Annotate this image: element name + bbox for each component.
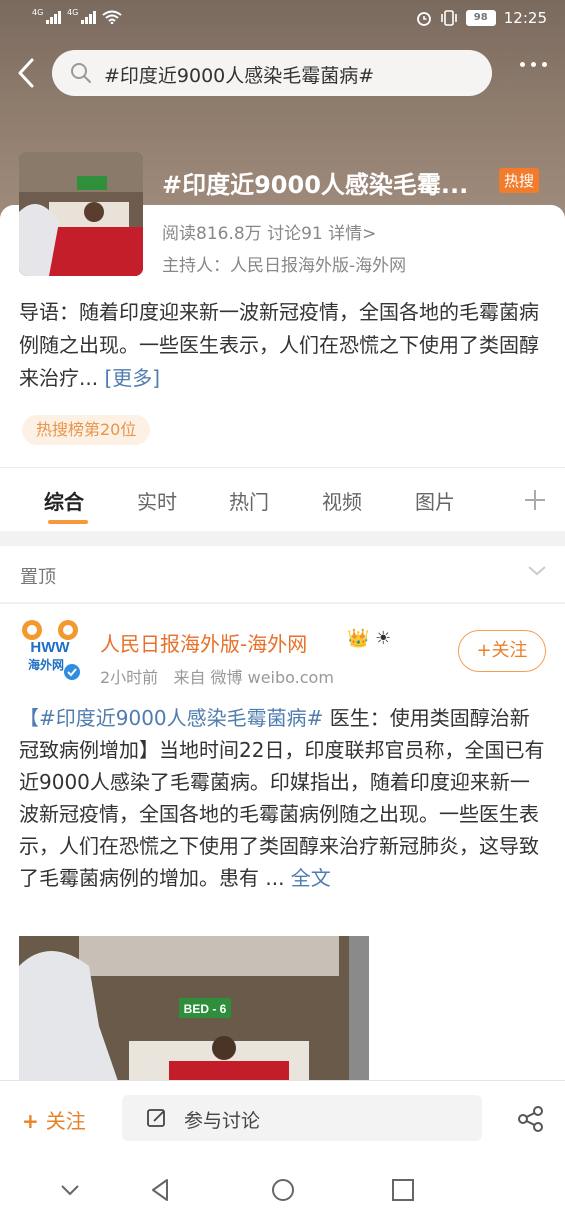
bottom-bar: + 关注 参与讨论 — [0, 1080, 565, 1156]
post-source: 来自 微博 weibo.com — [173, 668, 334, 687]
tab-realtime[interactable]: 实时 — [137, 486, 177, 515]
post-text: 【#印度近9000人感染毛霉菌病# 医生：使用类固醇治新冠致病例增加】当地时间2… — [19, 702, 549, 894]
status-right: 98 12:25 — [416, 9, 547, 27]
status-time: 12:25 — [503, 9, 547, 27]
post-body: 医生：使用类固醇治新冠致病例增加】当地时间22日，印度联邦官员称，全国已有近90… — [19, 706, 545, 890]
full-text-link[interactable]: 全文 — [291, 866, 331, 890]
share-icon[interactable] — [517, 1105, 545, 1133]
post-time: 2小时前 — [100, 668, 159, 687]
bed-label: BED - 6 — [184, 1002, 227, 1016]
search-query: #印度近9000人感染毛霉菌病# — [104, 65, 375, 87]
topic-stats[interactable]: 阅读816.8万 讨论91 详情> — [162, 219, 376, 244]
nav-home-icon[interactable] — [269, 1176, 297, 1204]
post-meta: 2小时前 来自 微博 weibo.com — [100, 664, 334, 688]
topic-intro: 导语：随着印度迎来新一波新冠疫情，全国各地的毛霉菌病例随之出现。一些医生表示，人… — [19, 296, 549, 395]
wifi-icon — [102, 10, 122, 24]
signal-tag-2: 4G — [67, 8, 79, 17]
system-nav-bar — [0, 1156, 565, 1224]
post-image[interactable]: BED - 6 — [19, 936, 369, 1084]
intro-more-link[interactable]: [更多] — [104, 366, 160, 390]
rank-badge[interactable]: 热搜榜第20位 — [22, 415, 151, 445]
hot-badge: 热搜 — [499, 168, 540, 193]
discuss-label: 参与讨论 — [184, 1110, 261, 1132]
status-left: 4G 4G — [32, 8, 122, 24]
search-icon — [71, 63, 91, 83]
nav-down-icon[interactable] — [56, 1176, 84, 1204]
alarm-icon — [416, 12, 431, 26]
edit-icon — [147, 1109, 165, 1127]
pinned-row[interactable]: 置顶 — [0, 546, 565, 602]
signal-tag: 4G — [32, 8, 44, 17]
tab-underline — [48, 520, 88, 524]
tab-bar: 综合 实时 热门 视频 图片 — [0, 467, 565, 531]
discuss-button[interactable]: 参与讨论 — [122, 1095, 482, 1141]
tab-pictures[interactable]: 图片 — [415, 486, 455, 515]
post-card: HWW 海外网 人民日报海外版-海外网 👑 ☀ 2小时前 来自 微博 weibo… — [0, 603, 565, 1084]
tab-general[interactable]: 综合 — [44, 486, 84, 515]
crown-icon: 👑 ☀ — [347, 628, 392, 649]
follow-label: 关注 — [491, 640, 528, 661]
nav-recent-icon[interactable] — [389, 1176, 417, 1204]
plus-icon[interactable] — [523, 488, 547, 512]
status-bar: 4G 4G 98 12:25 — [0, 0, 565, 40]
topic-thumbnail — [19, 152, 143, 276]
bottom-follow-label: 关注 — [45, 1109, 86, 1133]
signal-icon: 4G — [32, 8, 61, 24]
top-bar: #印度近9000人感染毛霉菌病# — [0, 48, 565, 98]
search-input[interactable]: #印度近9000人感染毛霉菌病# — [52, 50, 492, 96]
svg-text:HWW: HWW — [30, 639, 70, 656]
bottom-follow-button[interactable]: + 关注 — [22, 1105, 86, 1134]
chevron-down-icon[interactable] — [527, 560, 547, 580]
topic-title: #印度近9000人感染毛霉... — [162, 171, 469, 199]
pinned-label: 置顶 — [20, 567, 56, 588]
nav-back-icon[interactable] — [147, 1176, 175, 1204]
follow-button[interactable]: +关注 — [458, 630, 546, 672]
battery-icon: 98 — [465, 10, 496, 26]
intro-text: 导语：随着印度迎来新一波新冠疫情，全国各地的毛霉菌病例随之出现。一些医生表示，人… — [19, 300, 539, 390]
back-icon[interactable] — [14, 56, 38, 90]
avatar[interactable]: HWW 海外网 — [18, 616, 82, 680]
plus-icon: + — [476, 640, 492, 661]
avatar-text: 海外网 — [28, 658, 65, 672]
post-hashtag[interactable]: 【#印度近9000人感染毛霉菌病# — [19, 706, 323, 730]
post-author[interactable]: 人民日报海外版-海外网 — [100, 628, 307, 657]
signal-icon-2: 4G — [67, 8, 96, 24]
tab-popular[interactable]: 热门 — [229, 486, 269, 515]
topic-host: 主持人：人民日报海外版-海外网 — [162, 256, 407, 276]
plus-icon: + — [22, 1109, 46, 1133]
more-icon[interactable] — [520, 62, 547, 67]
vibrate-icon — [440, 10, 457, 26]
tab-video[interactable]: 视频 — [322, 486, 362, 515]
